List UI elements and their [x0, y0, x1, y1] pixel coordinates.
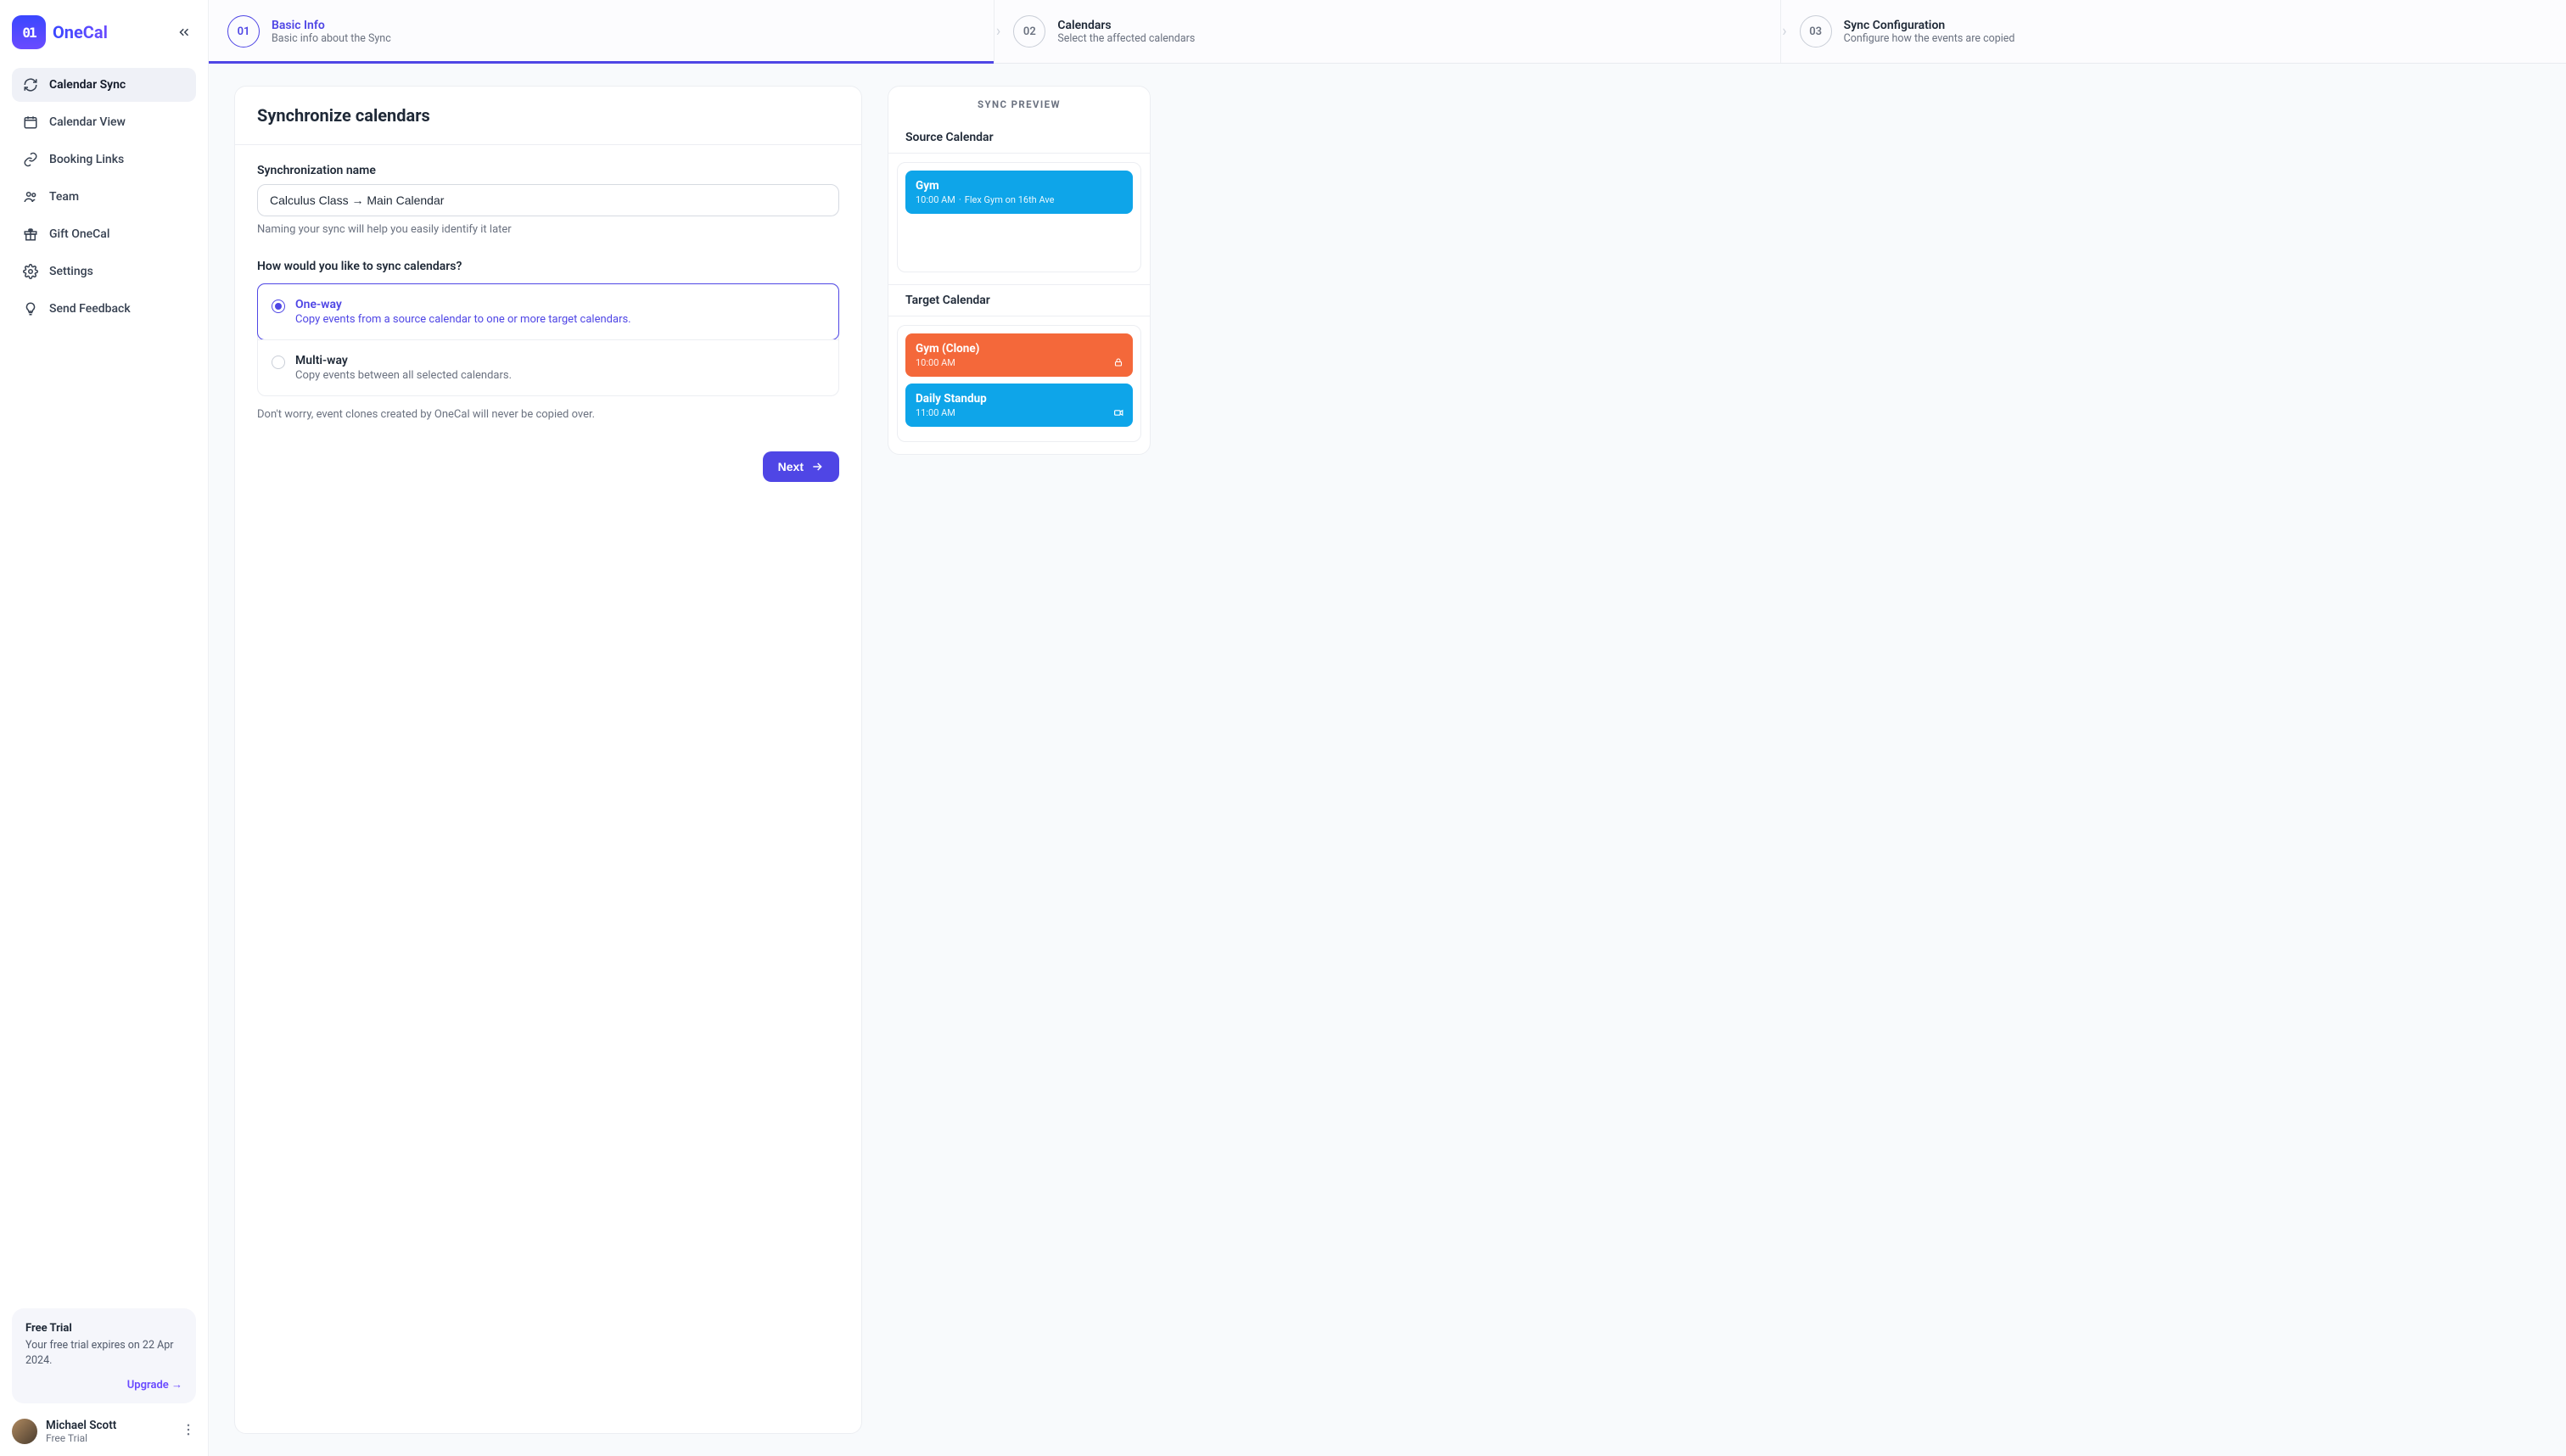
preview-target-calendar: Gym (Clone) 10:00 AM Daily Standup 11:00… [897, 325, 1141, 442]
users-icon [22, 188, 39, 205]
option-title: Multi-way [295, 354, 825, 367]
user-name: Michael Scott [46, 1419, 116, 1432]
step-number: 03 [1800, 15, 1832, 48]
event-time: 11:00 AM [916, 407, 1123, 418]
sidebar-item-label: Gift OneCal [49, 227, 109, 241]
sync-mode-question: How would you like to sync calendars? [257, 260, 839, 273]
next-button[interactable]: Next [763, 451, 839, 482]
preview-section-target-title: Target Calendar [888, 284, 1150, 316]
page-title: Synchronize calendars [257, 105, 839, 126]
sidebar-item-gift[interactable]: Gift OneCal [12, 217, 196, 251]
user-row[interactable]: Michael Scott Free Trial [12, 1419, 196, 1444]
step-subtitle: Configure how the events are copied [1844, 32, 2015, 45]
step-title: Calendars [1057, 19, 1195, 32]
gift-icon [22, 226, 39, 243]
radio-icon [272, 356, 285, 369]
sidebar-item-label: Settings [49, 265, 93, 278]
sync-name-label: Synchronization name [257, 164, 376, 177]
arrow-right-icon [810, 460, 824, 473]
gear-icon [22, 263, 39, 280]
event-title: Gym [916, 179, 1123, 193]
preview-section-source-title: Source Calendar [888, 122, 1150, 154]
step-title: Sync Configuration [1844, 19, 2015, 32]
option-subtitle: Copy events between all selected calenda… [295, 369, 825, 382]
event-card: Gym (Clone) 10:00 AM [905, 333, 1133, 377]
radio-icon [272, 300, 285, 313]
calendar-icon [22, 114, 39, 131]
more-vertical-icon [181, 1422, 196, 1437]
event-title: Daily Standup [916, 392, 1123, 406]
option-multi-way[interactable]: Multi-way Copy events between all select… [258, 339, 838, 395]
user-plan: Free Trial [46, 1432, 116, 1444]
avatar [12, 1419, 37, 1444]
step-number: 01 [227, 15, 260, 48]
sidebar-item-booking-links[interactable]: Booking Links [12, 143, 196, 176]
sidebar-item-send-feedback[interactable]: Send Feedback [12, 292, 196, 326]
logo-badge-icon: 01 [12, 15, 46, 49]
user-menu-button[interactable] [181, 1422, 196, 1441]
sync-name-input[interactable] [257, 184, 839, 216]
stepper: 01 Basic Info Basic info about the Sync … [209, 0, 2566, 64]
step-basic-info[interactable]: 01 Basic Info Basic info about the Sync … [209, 0, 994, 63]
sidebar-item-team[interactable]: Team [12, 180, 196, 214]
lightbulb-icon [22, 300, 39, 317]
option-title: One-way [295, 298, 825, 311]
step-title: Basic Info [272, 19, 391, 32]
logo[interactable]: 01 OneCal [12, 15, 108, 49]
event-card: Daily Standup 11:00 AM [905, 384, 1133, 427]
sidebar-item-label: Booking Links [49, 153, 124, 166]
step-calendars[interactable]: 02 Calendars Select the affected calenda… [994, 0, 1780, 63]
link-icon [22, 151, 39, 168]
next-button-label: Next [778, 460, 804, 473]
event-card: Gym 10:00 AM·Flex Gym on 16th Ave [905, 171, 1133, 214]
preview-source-calendar: Gym 10:00 AM·Flex Gym on 16th Ave [897, 162, 1141, 272]
lock-icon [1112, 356, 1124, 368]
chevrons-left-icon [176, 25, 192, 40]
trial-expiry-text: Your free trial expires on 22 Apr 2024. [25, 1338, 182, 1368]
event-title: Gym (Clone) [916, 342, 1123, 356]
option-one-way[interactable]: One-way Copy events from a source calend… [257, 283, 839, 340]
sidebar-collapse-button[interactable] [172, 20, 196, 44]
sidebar-item-settings[interactable]: Settings [12, 255, 196, 288]
upgrade-link[interactable]: Upgrade → [25, 1378, 182, 1392]
preview-heading: SYNC PREVIEW [888, 87, 1150, 122]
sidebar: 01 OneCal Calendar Sync Calendar View Bo… [0, 0, 209, 1456]
step-number: 02 [1013, 15, 1045, 48]
step-subtitle: Basic info about the Sync [272, 32, 391, 45]
event-time: 10:00 AM·Flex Gym on 16th Ave [916, 194, 1123, 205]
trial-title: Free Trial [25, 1322, 182, 1335]
form-card: Synchronize calendars Synchronization na… [234, 86, 862, 1434]
sidebar-item-label: Calendar View [49, 115, 126, 129]
sidebar-item-label: Team [49, 190, 79, 204]
trial-card: Free Trial Your free trial expires on 22… [12, 1308, 196, 1403]
logo-wordmark: OneCal [53, 22, 108, 42]
sidebar-item-calendar-sync[interactable]: Calendar Sync [12, 68, 196, 102]
video-icon [1112, 406, 1124, 418]
preview-card: SYNC PREVIEW Source Calendar Gym 10:00 A… [888, 86, 1151, 455]
event-time: 10:00 AM [916, 357, 1123, 368]
step-subtitle: Select the affected calendars [1057, 32, 1195, 45]
sidebar-item-label: Send Feedback [49, 302, 131, 316]
refresh-icon [22, 76, 39, 93]
sync-mode-options: One-way Copy events from a source calend… [257, 283, 839, 396]
sidebar-item-label: Calendar Sync [49, 78, 126, 92]
sync-name-helper: Naming your sync will help you easily id… [257, 223, 839, 236]
option-subtitle: Copy events from a source calendar to on… [295, 313, 825, 326]
step-sync-configuration[interactable]: 03 Sync Configuration Configure how the … [1781, 0, 2566, 63]
sidebar-item-calendar-view[interactable]: Calendar View [12, 105, 196, 139]
sync-footnote: Don't worry, event clones created by One… [257, 408, 839, 421]
